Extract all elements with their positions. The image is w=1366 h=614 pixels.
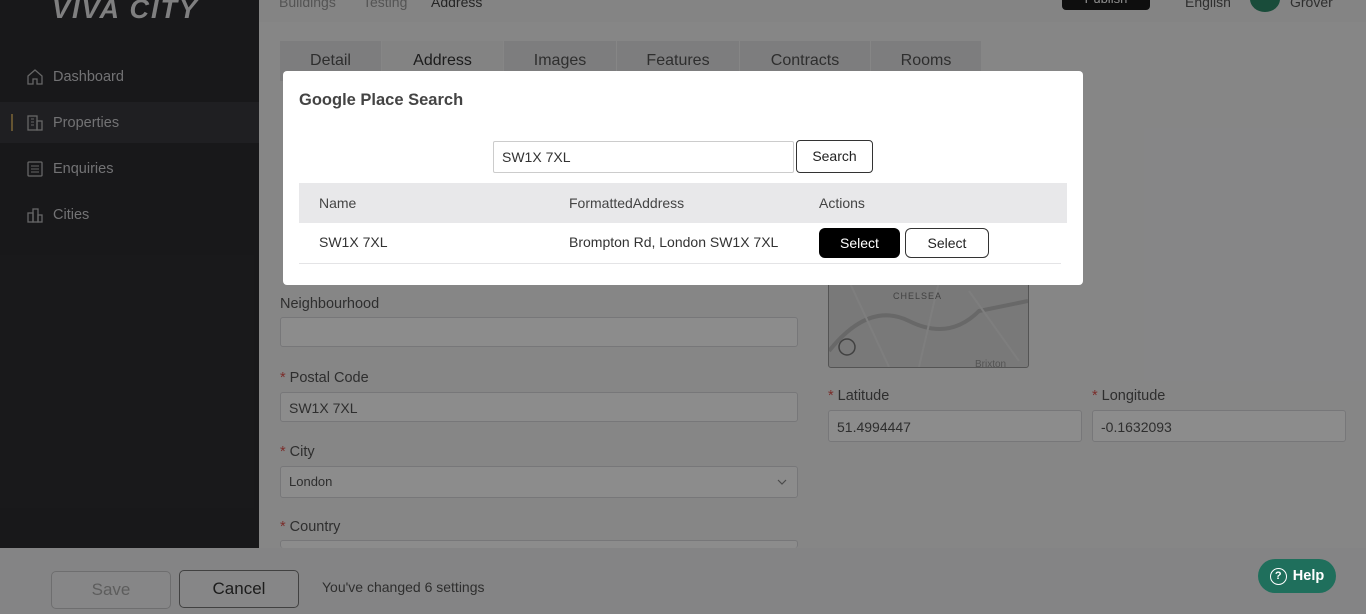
column-header-actions: Actions bbox=[819, 195, 865, 211]
help-button[interactable]: ? Help bbox=[1258, 559, 1336, 593]
place-search-input[interactable]: SW1X 7XL bbox=[493, 141, 794, 173]
help-label: Help bbox=[1292, 568, 1325, 584]
google-place-search-dialog: Google Place Search SW1X 7XL Search Name… bbox=[283, 71, 1083, 285]
result-name: SW1X 7XL bbox=[319, 234, 388, 250]
results-table: Name FormattedAddress Actions SW1X 7XL B… bbox=[299, 183, 1067, 269]
search-button[interactable]: Search bbox=[796, 140, 873, 173]
select-button-primary[interactable]: Select bbox=[819, 228, 900, 258]
dialog-title: Google Place Search bbox=[299, 91, 464, 109]
result-address: Brompton Rd, London SW1X 7XL bbox=[569, 234, 779, 250]
column-header-address: FormattedAddress bbox=[569, 195, 685, 211]
question-icon: ? bbox=[1269, 567, 1287, 585]
table-row: SW1X 7XL Brompton Rd, London SW1X 7XL Se… bbox=[299, 223, 1061, 264]
select-button-secondary[interactable]: Select bbox=[905, 228, 989, 258]
column-header-name: Name bbox=[319, 195, 357, 211]
table-header: Name FormattedAddress Actions bbox=[299, 183, 1067, 223]
